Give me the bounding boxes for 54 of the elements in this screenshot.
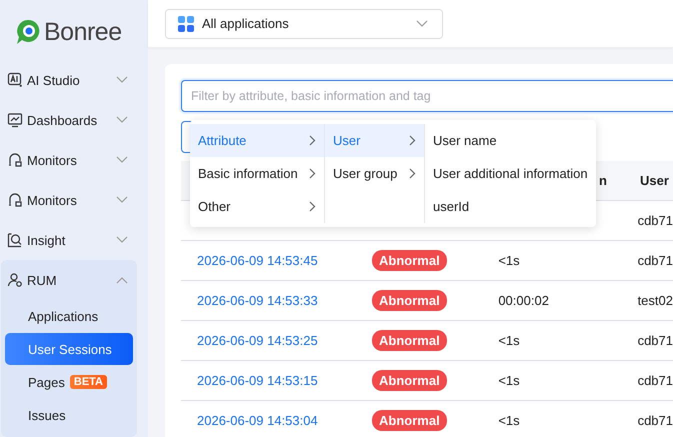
session-time-link[interactable]: 2026-06-09 14:53:04	[197, 413, 318, 428]
status-badge: Abnormal	[372, 290, 447, 311]
menu-option[interactable]: User name	[425, 124, 596, 157]
chevron-icon	[416, 20, 428, 28]
status-badge: Abnormal	[372, 330, 447, 351]
menu-option[interactable]: Basic information	[190, 157, 324, 190]
user-cell: test02	[638, 293, 673, 308]
nav-item[interactable]: AI Studio	[0, 60, 148, 100]
bell-icon	[8, 153, 22, 167]
app-select[interactable]: All applications	[165, 8, 443, 38]
duration-cell: <1s	[498, 333, 520, 348]
nav-item[interactable]: RUM	[1, 260, 137, 300]
nav-item[interactable]: Dashboards	[0, 100, 148, 140]
menu-option[interactable]: Other	[190, 190, 324, 223]
ai-icon	[8, 72, 22, 88]
nav-item[interactable]: Monitors	[0, 140, 148, 180]
status-badge: Abnormal	[372, 370, 447, 391]
nav-subitem[interactable]: Applications	[5, 300, 133, 332]
status-badge: Abnormal	[372, 410, 447, 431]
duration-cell: <1s	[498, 253, 520, 268]
column-header: User	[640, 173, 669, 188]
logo-text: Bonree	[44, 18, 122, 46]
duration-cell: <1s	[498, 413, 520, 428]
nav-subitem[interactable]: Pages BETA	[5, 366, 133, 398]
beta-badge: BETA	[70, 375, 108, 389]
session-time-link[interactable]: 2026-06-09 14:53:25	[197, 333, 318, 348]
session-time-link[interactable]: 2026-06-09 14:53:45	[197, 253, 318, 268]
nav-subitem[interactable]: User Sessions	[5, 333, 133, 365]
menu-option[interactable]: User group	[325, 157, 424, 190]
status-badge: Abnormal	[372, 250, 447, 271]
user-cell: cdb71	[638, 213, 673, 228]
duration-cell: <1s	[498, 373, 520, 388]
dashboard-icon	[8, 113, 22, 128]
menu-option[interactable]: User additional information	[425, 157, 596, 190]
user-icon	[8, 273, 22, 287]
menu-option[interactable]: User	[325, 124, 424, 157]
user-cell: cdb71	[638, 373, 673, 388]
filter-field[interactable]: Filter by attribute, basic information and tag	[181, 80, 673, 112]
user-cell: cdb71	[638, 333, 673, 348]
column-header: n	[599, 173, 607, 188]
logo-icon	[14, 18, 42, 46]
menu-option[interactable]: userId	[425, 190, 596, 223]
menu-option[interactable]: Attribute	[190, 124, 324, 157]
session-time-link[interactable]: 2026-06-09 14:53:15	[197, 373, 318, 388]
bell-icon	[8, 193, 22, 207]
nav-subitem[interactable]: Issues	[5, 399, 133, 431]
apps-icon	[178, 16, 194, 32]
search-icon	[8, 233, 22, 248]
nav-item[interactable]: Monitors	[0, 180, 148, 220]
duration-cell: 00:00:02	[498, 293, 549, 308]
user-cell: cdb71	[638, 253, 673, 268]
user-cell: cdb71	[638, 413, 673, 428]
session-time-link[interactable]: 2026-06-09 14:53:33	[197, 293, 318, 308]
nav-item[interactable]: Insight	[0, 220, 148, 260]
